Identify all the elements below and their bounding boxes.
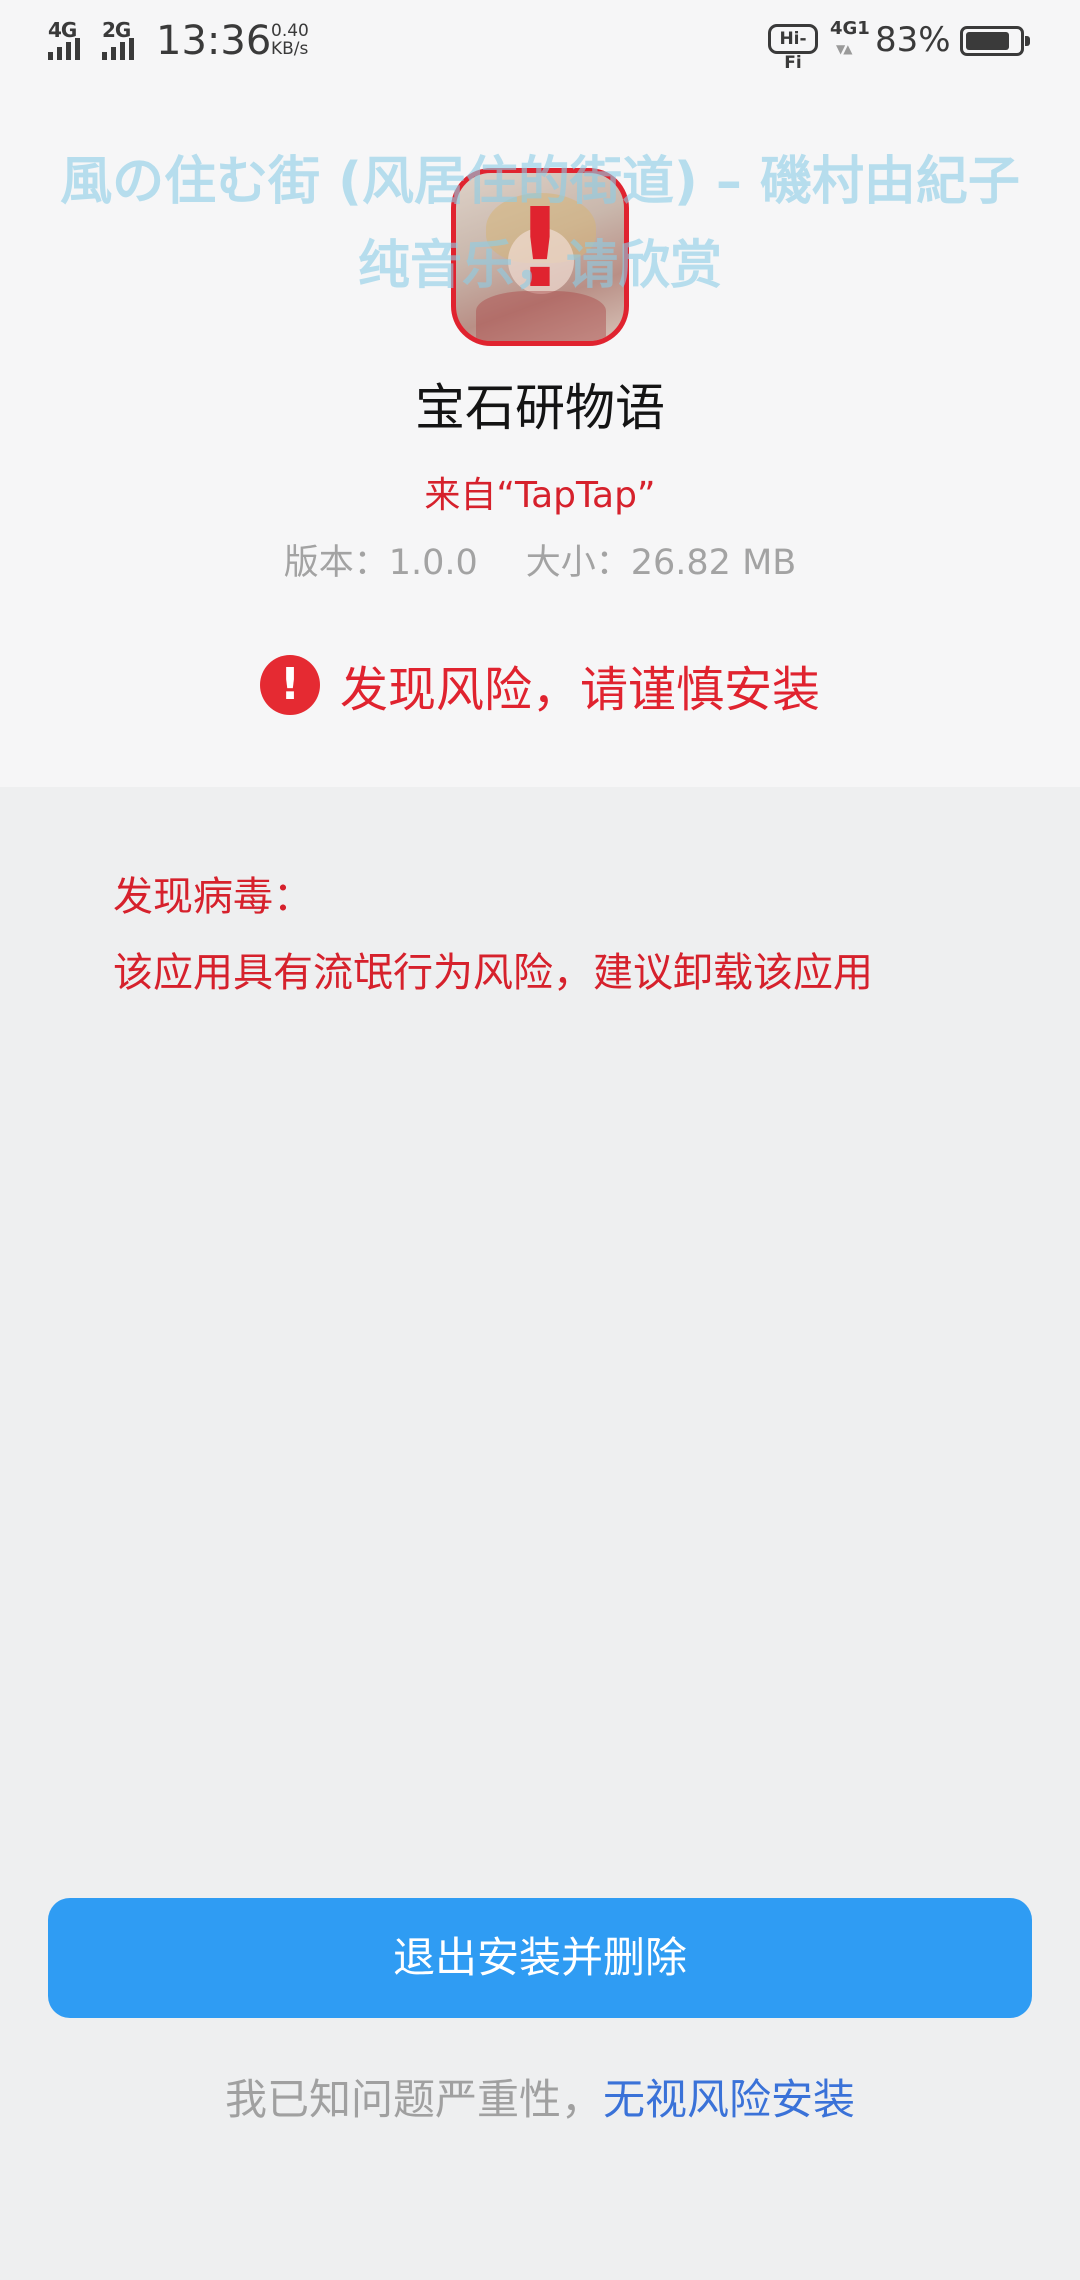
details-panel <box>0 787 1080 2280</box>
hifi-icon: Hi-Fi <box>768 24 818 73</box>
signal-2g-icon: 2G <box>102 18 150 60</box>
app-version: 版本：1.0.0 <box>283 543 478 583</box>
network-speed-value: 0.40 <box>271 21 309 41</box>
alert-circle-icon: ! <box>259 655 320 715</box>
ignore-risk-install-link[interactable]: 无视风险安装 <box>603 2075 855 2124</box>
warning-exclamation-icon: ! <box>514 184 566 312</box>
signal-4g-icon: 4G <box>48 18 96 60</box>
status-time: 13:36 <box>156 18 272 64</box>
app-name: 宝石研物语 <box>415 379 665 437</box>
ignore-risk-prefix: 我已知问题严重性， <box>224 2075 603 2124</box>
app-icon: ! <box>451 168 629 346</box>
app-meta: 版本：1.0.0 大小：26.82 MB <box>0 534 1080 585</box>
battery-fill <box>966 32 1009 50</box>
virus-description: 该应用具有流氓行为风险，建议卸载该应用 <box>113 950 873 996</box>
app-size: 大小：26.82 MB <box>525 543 797 583</box>
risk-warning-text: 发现风险，请谨慎安装 <box>339 662 820 718</box>
signal-4g1-icon: 4G1 <box>830 18 870 39</box>
network-speed-unit: KB/s <box>271 39 309 59</box>
exit-and-delete-button[interactable]: 退出安装并删除 <box>48 1898 1032 2018</box>
virus-title: 发现病毒： <box>113 874 313 920</box>
risk-warning: ! 发现风险，请谨慎安装 <box>0 650 1080 720</box>
data-activity-icon: ▼▲ <box>836 42 853 56</box>
status-bar: 4G 2G 13:36 0.40 KB/s Hi-Fi 4G1 ▼▲ 83% <box>0 0 1080 84</box>
app-source: 来自“TapTap” <box>424 475 656 516</box>
battery-icon <box>960 26 1030 56</box>
network-speed: 0.40 KB/s <box>271 22 309 58</box>
ignore-risk-row: 我已知问题严重性，无视风险安装 <box>0 2066 1080 2127</box>
battery-percent: 83% <box>875 20 951 60</box>
